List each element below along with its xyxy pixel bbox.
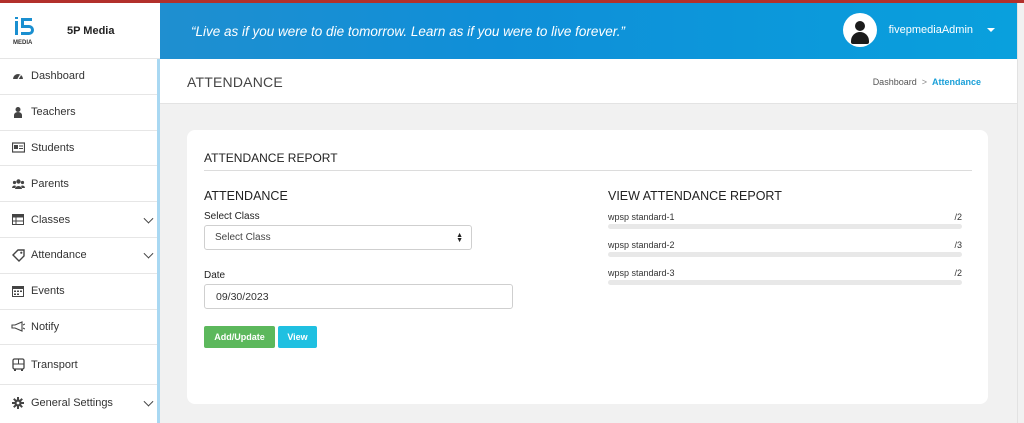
header-quote: “Live as if you were to die tomorrow. Le… [191, 23, 625, 39]
sidebar-item-teachers[interactable]: Teachers [0, 95, 157, 131]
user-icon [854, 21, 865, 31]
breadcrumb-home[interactable]: Dashboard [873, 77, 917, 87]
report-class-name: wpsp standard-2 [608, 240, 675, 250]
date-input[interactable]: 09/30/2023 [204, 284, 513, 309]
breadcrumb-current: Attendance [931, 77, 981, 87]
report-section-title: VIEW ATTENDANCE REPORT [608, 189, 782, 203]
sidebar-item-dashboard[interactable]: Dashboard [0, 59, 157, 95]
divider [204, 170, 972, 171]
attendance-report-card: ATTENDANCE REPORT ATTENDANCE Select Clas… [187, 130, 988, 404]
sidebar-item-attendance[interactable]: Attendance [0, 238, 157, 274]
brand[interactable]: MEDIA 5P Media [0, 3, 160, 59]
sidebar-item-classes[interactable]: Classes [0, 202, 157, 238]
breadcrumb-separator: > [921, 77, 927, 87]
page-header: ATTENDANCE Dashboard > Attendance [160, 59, 1017, 104]
sidebar-item-transport[interactable]: Transport [0, 345, 157, 386]
progress-bar [608, 280, 962, 285]
tag-icon [11, 248, 25, 262]
view-button[interactable]: View [278, 326, 317, 348]
class-select-value: Select Class [215, 232, 271, 243]
table-icon [11, 213, 25, 227]
sidebar-item-label: Attendance [31, 249, 87, 262]
bus-icon [11, 358, 25, 372]
report-class-name: wpsp standard-1 [608, 212, 675, 222]
attendance-section-title: ATTENDANCE [204, 189, 288, 203]
class-select[interactable]: Select Class ▲ ▼ [204, 225, 472, 250]
brand-logo: MEDIA [11, 14, 37, 48]
top-header: “Live as if you were to die tomorrow. Le… [160, 3, 1017, 59]
sidebar-item-events[interactable]: Events [0, 274, 157, 310]
sidebar-item-label: Teachers [31, 106, 76, 119]
sidebar-item-label: Classes [31, 213, 71, 226]
gear-icon [11, 396, 25, 410]
attendance-report: VIEW ATTENDANCE REPORT wpsp standard-1 /… [608, 189, 962, 291]
sidebar-item-label: Dashboard [31, 70, 85, 83]
report-count: /2 [954, 268, 962, 278]
date-label: Date [204, 270, 226, 281]
list-item: wpsp standard-3 /2 [608, 263, 962, 291]
list-item: wpsp standard-1 /2 [608, 207, 962, 235]
sidebar-item-label: Students [31, 141, 75, 154]
report-class-name: wpsp standard-3 [608, 268, 675, 278]
page-title: ATTENDANCE [187, 74, 283, 90]
sidebar-item-general-settings[interactable]: General Settings [0, 385, 157, 421]
bullhorn-icon [11, 320, 25, 334]
class-label: Select Class [204, 211, 260, 222]
select-arrows-icon: ▲ ▼ [456, 232, 463, 244]
list-item: wpsp standard-2 /3 [608, 235, 962, 263]
chevron-down-icon[interactable] [143, 249, 154, 259]
sidebar-item-students[interactable]: Students [0, 131, 157, 167]
sidebar-item-parents[interactable]: Parents [0, 166, 157, 203]
sidebar-item-label: Events [31, 285, 65, 298]
chevron-down-icon[interactable] [143, 213, 154, 224]
users-icon [11, 177, 25, 191]
date-input-value: 09/30/2023 [216, 291, 269, 303]
sidebar-item-label: General Settings [31, 397, 113, 410]
chevron-down-icon[interactable] [143, 397, 154, 407]
dashboard-icon [11, 69, 25, 83]
sidebar-item-label: Notify [31, 320, 60, 333]
report-count: /3 [954, 240, 962, 250]
progress-bar [608, 252, 962, 257]
report-list: wpsp standard-1 /2 wpsp standard-2 /3 wp… [608, 207, 962, 291]
user-menu[interactable]: fivepmediaAdmin [842, 13, 995, 47]
report-count: /2 [954, 212, 962, 222]
sidebar-item-label: Transport [31, 358, 78, 371]
calendar-icon [11, 284, 25, 298]
avatar[interactable] [842, 13, 877, 47]
card-title: ATTENDANCE REPORT [204, 151, 338, 165]
id-card-icon [11, 141, 25, 155]
caret-down-icon[interactable] [987, 28, 995, 32]
sidebar: Dashboard Teachers Students Parents Clas… [0, 59, 160, 423]
sidebar-item-label: Parents [31, 177, 69, 190]
progress-bar [608, 224, 962, 229]
attendance-form: ATTENDANCE Select Class Select Class ▲ ▼ … [204, 189, 513, 348]
add-update-button[interactable]: Add/Update [204, 326, 275, 348]
breadcrumb: Dashboard > Attendance [873, 77, 981, 87]
main-content: ATTENDANCE Dashboard > Attendance ATTEND… [160, 59, 1017, 423]
brand-logo-text: MEDIA [13, 40, 33, 46]
page-scrollbar[interactable] [1017, 3, 1024, 423]
teacher-icon [11, 105, 25, 119]
sidebar-item-notify[interactable]: Notify [0, 310, 157, 346]
form-actions: Add/Update View [204, 326, 474, 348]
brand-name: 5P Media [67, 24, 115, 37]
username[interactable]: fivepmediaAdmin [889, 24, 973, 36]
